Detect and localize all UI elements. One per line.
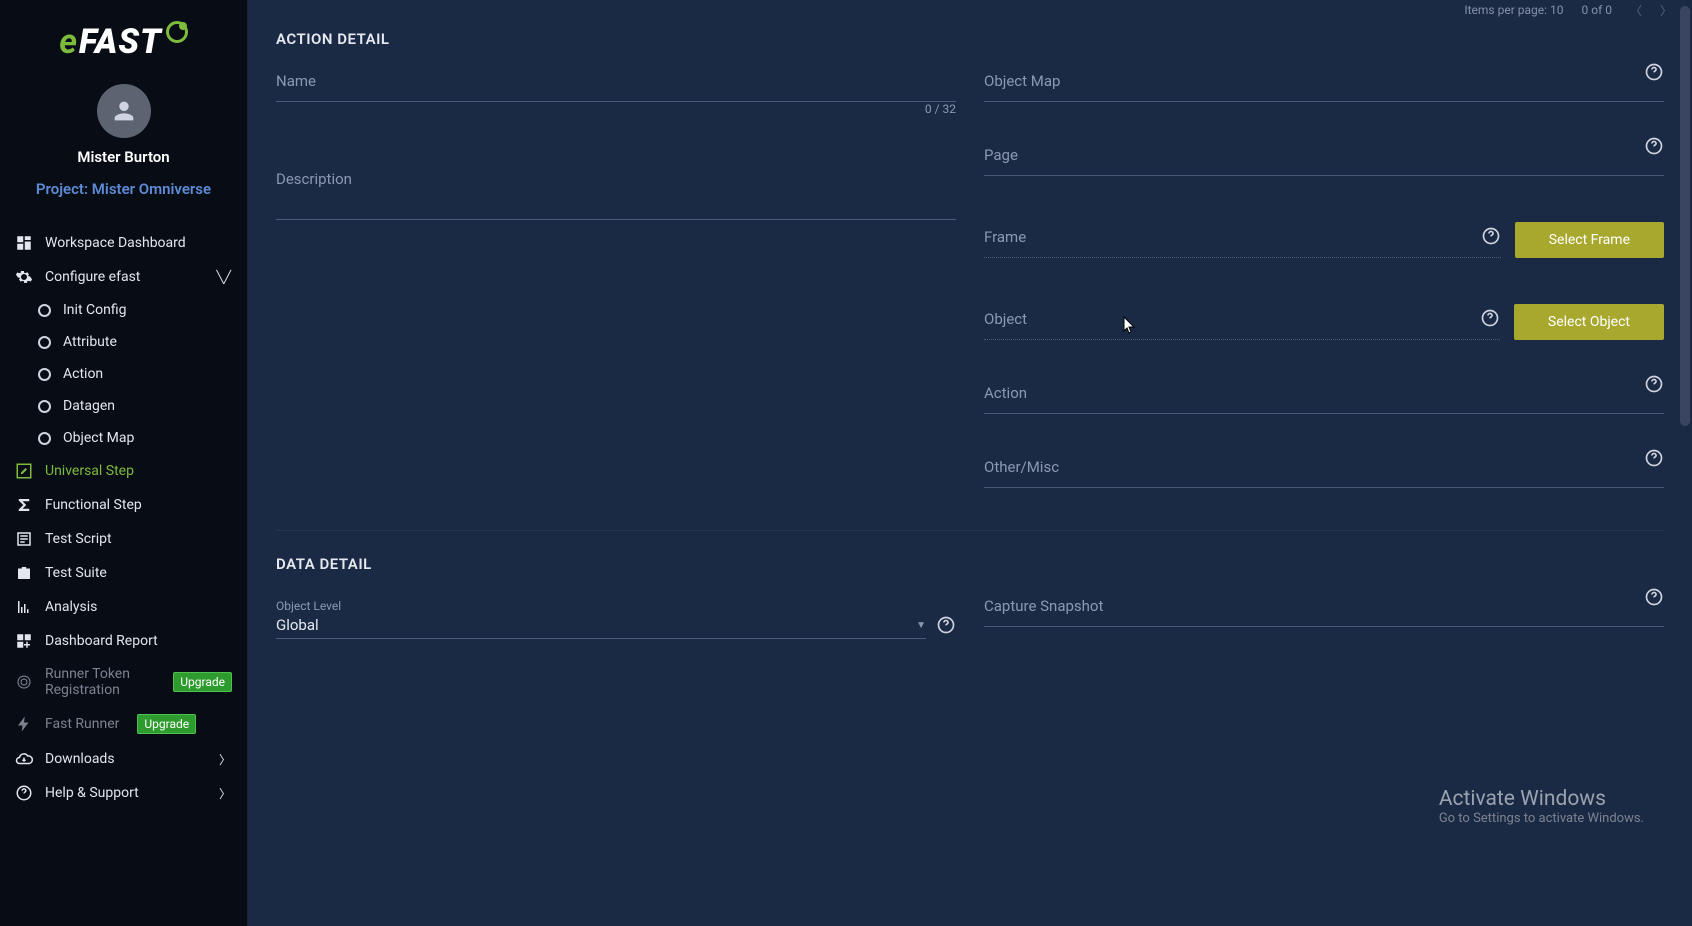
radio-icon [38, 304, 51, 317]
help-icon[interactable] [1480, 308, 1500, 332]
field-description: Description [276, 172, 956, 224]
radio-icon [38, 368, 51, 381]
page-range: 0 of 0 [1582, 3, 1612, 17]
nav-configure-efast[interactable]: Configure efast ╲╱ [0, 260, 247, 294]
chevron-right-icon: 〉 [219, 751, 231, 768]
nav-fast-runner[interactable]: Fast Runner Upgrade [0, 706, 247, 742]
items-per-page[interactable]: Items per page: 10 [1464, 3, 1563, 17]
help-icon[interactable] [1644, 448, 1664, 472]
person-icon [110, 97, 138, 125]
field-name: Name 0 / 32 [276, 74, 956, 102]
help-icon[interactable] [936, 615, 956, 639]
field-capture-snapshot: Capture Snapshot [984, 599, 1664, 627]
radio-icon [38, 432, 51, 445]
help-icon[interactable] [1644, 587, 1664, 611]
radio-icon [38, 336, 51, 349]
nav: Workspace Dashboard Configure efast ╲╱ I… [0, 226, 247, 926]
next-page-icon[interactable]: 〉 [1660, 2, 1672, 19]
description-input[interactable] [276, 172, 956, 220]
other-input[interactable] [984, 460, 1664, 488]
upgrade-badge[interactable]: Upgrade [137, 714, 196, 734]
nav-universal-step[interactable]: Universal Step [0, 454, 247, 488]
nav-dashboard-report[interactable]: Dashboard Report [0, 624, 247, 658]
name-char-count: 0 / 32 [925, 102, 956, 116]
field-action: Action [984, 386, 1664, 414]
upgrade-badge[interactable]: Upgrade [173, 672, 232, 692]
briefcase-icon [15, 564, 33, 582]
field-object-row: Object Select Object [984, 304, 1664, 340]
field-page: Page [984, 148, 1664, 176]
radio-icon [38, 400, 51, 413]
field-object-map: Object Map [984, 74, 1664, 102]
select-frame-button[interactable]: Select Frame [1515, 222, 1664, 258]
chevron-right-icon: 〉 [219, 785, 231, 802]
avatar[interactable] [97, 84, 151, 138]
page-input[interactable] [984, 148, 1664, 176]
app-logo: e FAST [0, 18, 247, 84]
project-name[interactable]: Project: Mister Omniverse [36, 180, 211, 198]
nav-downloads[interactable]: Downloads 〉 [0, 742, 247, 776]
help-icon[interactable] [1481, 226, 1501, 250]
object-map-input[interactable] [984, 74, 1664, 102]
field-object-level: Object Level Global ▼ [276, 599, 956, 639]
windows-activation-watermark: Activate Windows Go to Settings to activ… [1439, 787, 1644, 826]
help-circle-icon [15, 784, 33, 802]
help-icon[interactable] [1644, 62, 1664, 86]
sidebar: e FAST Mister Burton Project: Mister Omn… [0, 0, 248, 926]
help-icon[interactable] [1644, 374, 1664, 398]
action-input[interactable] [984, 386, 1664, 414]
caret-down-icon: ▼ [916, 620, 926, 631]
nav-datagen[interactable]: Datagen [0, 390, 247, 422]
nav-functional-step[interactable]: Functional Step [0, 488, 247, 522]
nav-test-script[interactable]: Test Script [0, 522, 247, 556]
bar-chart-icon [15, 598, 33, 616]
fingerprint-icon [15, 673, 33, 691]
nav-runner-token[interactable]: Runner Token Registration Upgrade [0, 658, 247, 706]
prev-page-icon[interactable]: 〈 [1630, 2, 1642, 19]
capture-snapshot-input[interactable] [984, 599, 1664, 627]
bolt-icon [15, 715, 33, 733]
object-level-select[interactable]: Global ▼ [276, 616, 926, 639]
grid-add-icon [15, 632, 33, 650]
main-panel: Items per page: 10 0 of 0 〈 〉 ACTION DET… [248, 0, 1692, 926]
nav-analysis[interactable]: Analysis [0, 590, 247, 624]
list-icon [15, 530, 33, 548]
nav-object-map[interactable]: Object Map [0, 422, 247, 454]
section-action-detail: ACTION DETAIL [276, 30, 1664, 48]
pagination-strip: Items per page: 10 0 of 0 〈 〉 [1464, 0, 1672, 20]
user-name: Mister Burton [77, 148, 169, 166]
scrollbar-thumb[interactable] [1680, 6, 1690, 426]
nav-action[interactable]: Action [0, 358, 247, 390]
gear-icon [15, 268, 33, 286]
object-level-label: Object Level [276, 599, 926, 613]
dashboard-icon [15, 234, 33, 252]
logo-text: FAST [79, 22, 162, 62]
nav-init-config[interactable]: Init Config [0, 294, 247, 326]
logo-e: e [59, 22, 77, 62]
sigma-icon [15, 496, 33, 514]
section-divider [276, 530, 1664, 531]
chevron-down-icon: ╲╱ [217, 270, 231, 284]
section-data-detail: DATA DETAIL [276, 555, 1664, 573]
select-object-button[interactable]: Select Object [1514, 304, 1664, 340]
user-block: Mister Burton Project: Mister Omniverse [0, 84, 247, 198]
cloud-download-icon [15, 750, 33, 768]
edit-square-icon [15, 462, 33, 480]
object-input[interactable] [984, 312, 1500, 340]
logo-orbit-icon [166, 21, 188, 43]
nav-test-suite[interactable]: Test Suite [0, 556, 247, 590]
nav-attribute[interactable]: Attribute [0, 326, 247, 358]
frame-input[interactable] [984, 230, 1501, 258]
nav-help-support[interactable]: Help & Support 〉 [0, 776, 247, 810]
help-icon[interactable] [1644, 136, 1664, 160]
name-input[interactable] [276, 74, 956, 102]
field-frame-row: Frame Select Frame [984, 222, 1664, 258]
nav-workspace-dashboard[interactable]: Workspace Dashboard [0, 226, 247, 260]
field-other: Other/Misc [984, 460, 1664, 488]
